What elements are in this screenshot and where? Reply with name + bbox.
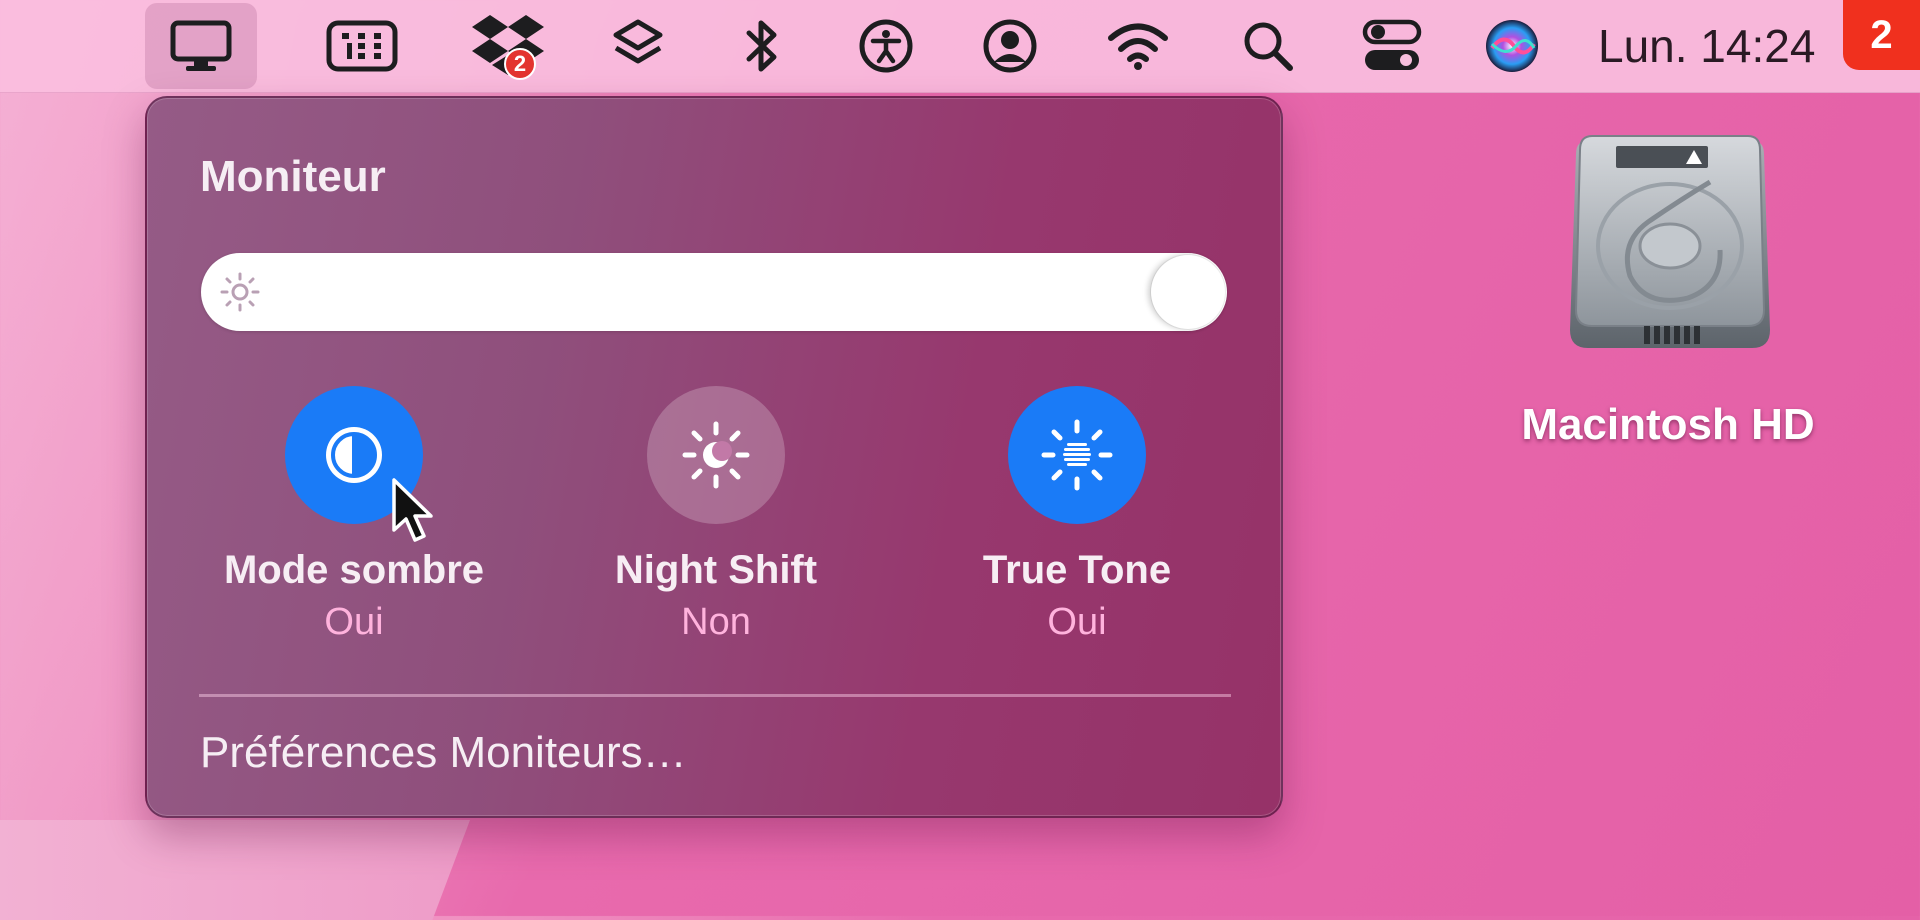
menu-bar: 2 Lun. 14:24 [0,0,1920,93]
brightness-icon [220,272,260,312]
dark-mode-icon [326,427,382,483]
bluetooth-menu-button[interactable] [706,0,818,92]
night-shift-state: Non [681,601,751,643]
panel-title: Moniteur [200,152,386,201]
step-number-badge: 2 [1843,0,1920,70]
accessibility-icon [859,19,913,73]
toggle-dark-mode[interactable]: Mode sombre Oui [194,386,514,644]
panel-divider [199,694,1231,697]
hard-drive-icon[interactable] [1560,130,1780,360]
brightness-slider[interactable] [201,253,1227,331]
true-tone-state: Oui [1047,601,1107,643]
user-icon [983,19,1037,73]
keypad-icon [326,20,398,72]
true-tone-icon [1041,419,1113,491]
dropbox-menu-button[interactable]: 2 [452,0,564,92]
dark-mode-state: Oui [324,601,384,643]
accessibility-menu-button[interactable] [830,0,942,92]
user-menu-button[interactable] [954,0,1066,92]
toggle-true-tone[interactable]: True Tone Oui [917,386,1237,644]
wifi-menu-button[interactable] [1082,0,1194,92]
display-menu-button[interactable] [145,3,257,89]
night-shift-icon [682,421,750,489]
true-tone-label: True Tone [982,548,1172,592]
wifi-icon [1108,23,1168,70]
wallpaper-shape [0,820,470,920]
true-tone-button[interactable] [1008,386,1146,524]
bluetooth-icon [746,20,777,72]
display-panel: Moniteur Mode sombre Oui Night Shift Non… [145,96,1283,818]
keypad-menu-button[interactable] [306,0,418,92]
spotlight-button[interactable] [1212,0,1324,92]
shortcuts-menu-button[interactable] [582,0,694,92]
dropbox-badge: 2 [504,48,536,80]
control-center-button[interactable] [1336,0,1448,92]
night-shift-button[interactable] [647,386,785,524]
hard-drive-label[interactable]: Macintosh HD [1468,400,1868,450]
siri-button[interactable] [1456,0,1568,92]
toggle-night-shift[interactable]: Night Shift Non [556,386,876,644]
control-center-icon [1362,19,1422,70]
siri-icon [1486,20,1538,72]
display-icon [170,20,232,71]
night-shift-label: Night Shift [614,548,818,592]
mouse-cursor-icon [392,478,433,542]
search-icon [1244,22,1293,71]
display-preferences-link[interactable]: Préférences Moniteurs… [200,728,687,778]
dark-mode-label: Mode sombre [223,548,485,592]
menubar-clock[interactable]: Lun. 14:24 [1598,0,1815,92]
shortcuts-icon [613,19,663,64]
brightness-slider-knob[interactable] [1151,255,1225,329]
